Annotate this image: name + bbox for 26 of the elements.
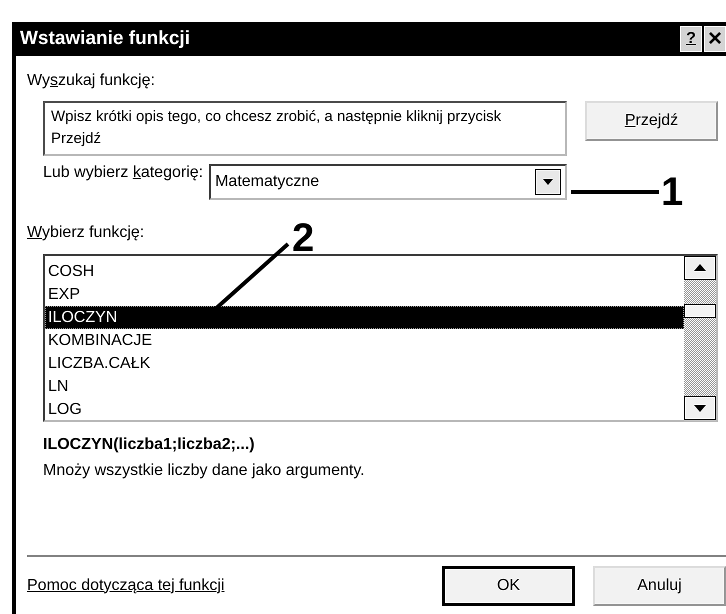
function-item[interactable]: EXP (45, 283, 684, 306)
function-description: Mnoży wszystkie liczby dane jako argumenty. (43, 462, 366, 480)
category-label: Lub wybierz kategorię: (43, 164, 204, 182)
function-item[interactable]: COSH (45, 260, 684, 283)
scroll-up-icon[interactable] (684, 256, 716, 280)
function-item[interactable]: LICZBA.CAŁK (45, 352, 684, 375)
search-label: Wyszukaj funkcję: (27, 72, 155, 90)
scroll-thumb[interactable] (684, 304, 716, 318)
ok-button[interactable]: OK (442, 566, 575, 606)
function-item[interactable]: KOMBINACJE (45, 329, 684, 352)
function-item[interactable]: LN (45, 375, 684, 398)
callout-number: 2 (292, 218, 314, 258)
function-item[interactable]: ILOCZYN (45, 306, 684, 329)
go-button[interactable]: Przejdź (585, 101, 718, 141)
function-item[interactable]: LOG (45, 398, 684, 421)
search-field[interactable]: Wpisz krótki opis tego, co chcesz zrobić, a następnie kliknij przycisk Przejdź (43, 101, 567, 156)
close-button[interactable]: × (704, 26, 726, 52)
help-button[interactable]: ? (680, 26, 702, 52)
function-signature: ILOCZYN(liczba1;liczba2;...) (43, 436, 256, 454)
window-title: Wstawianie funkcji (20, 28, 190, 50)
callout-number: 1 (661, 172, 684, 212)
function-list-label: Wybierz funkcję: (27, 224, 144, 242)
help-link[interactable]: Pomoc dotycząca tej funkcji (27, 576, 224, 594)
cancel-button[interactable]: Anuluj (593, 566, 726, 606)
category-dropdown[interactable]: Matematyczne (209, 164, 567, 200)
scroll-down-icon[interactable] (684, 396, 716, 420)
